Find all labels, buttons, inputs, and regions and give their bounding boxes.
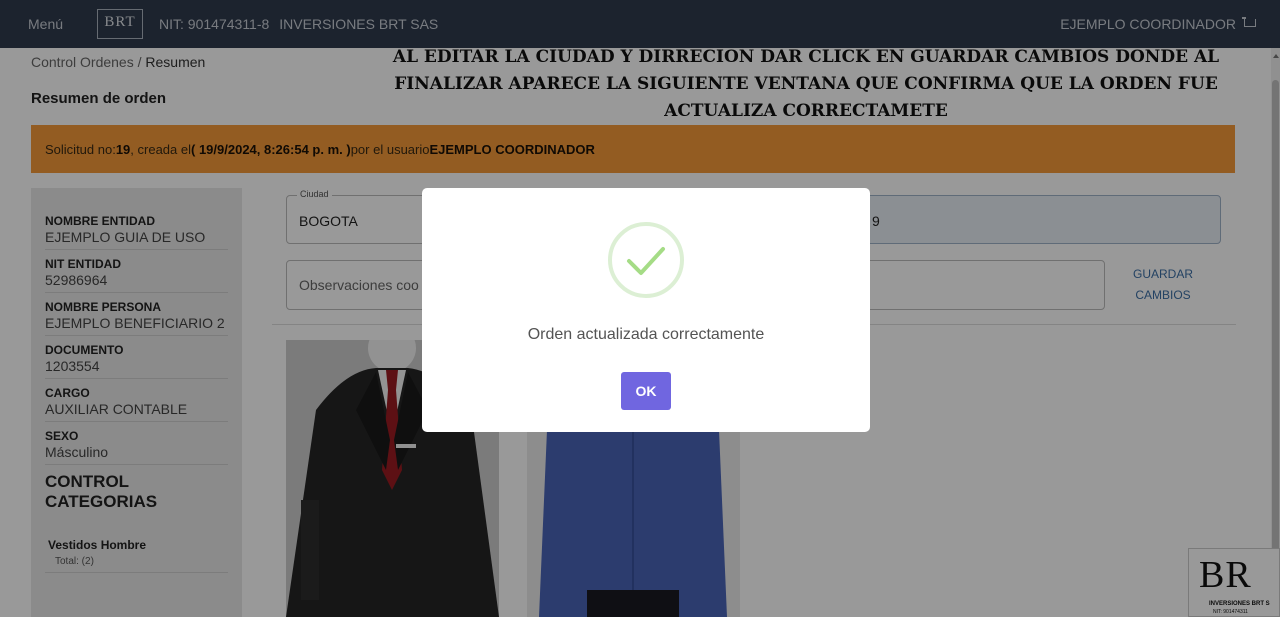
success-check-icon [608,222,684,298]
check-mark-icon [627,247,665,275]
ok-button[interactable]: OK [621,372,671,410]
dialog-message: Orden actualizada correctamente [527,326,765,343]
success-dialog: Orden actualizada correctamente OK [422,188,870,432]
